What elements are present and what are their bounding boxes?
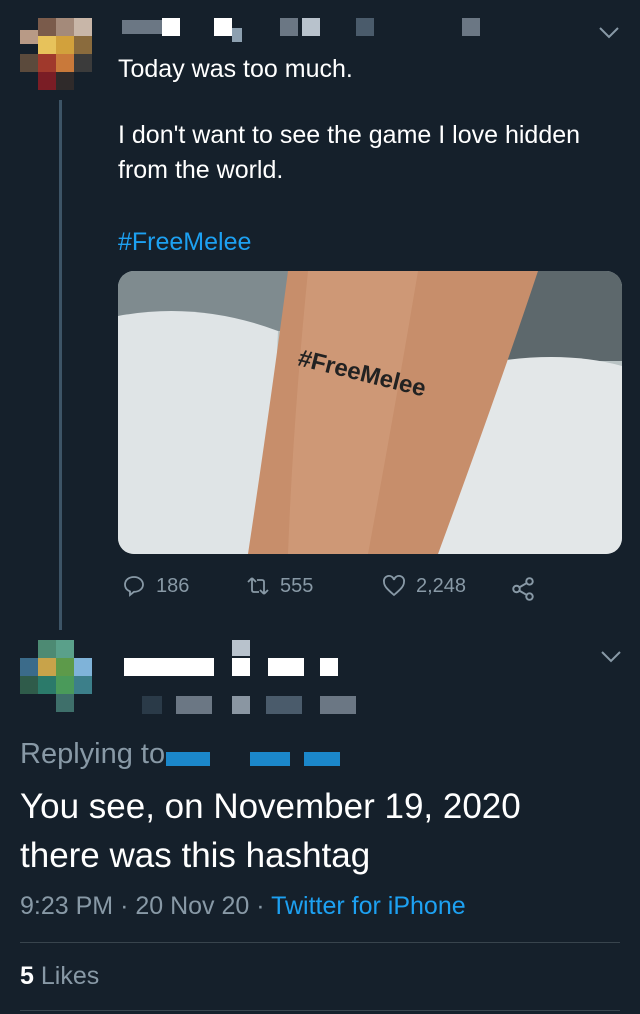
- like-count: 2,248: [416, 574, 467, 597]
- tweet-photo[interactable]: #FreeMelee: [118, 271, 622, 554]
- reply-icon: [124, 576, 144, 597]
- meta-separator: ·: [120, 892, 129, 920]
- divider: [20, 1010, 620, 1011]
- tattoo-photo: #FreeMelee: [118, 271, 622, 554]
- retweet-action[interactable]: 555: [246, 574, 313, 598]
- tweet-time: 9:23 PM: [20, 892, 114, 920]
- share-icon[interactable]: [510, 576, 536, 602]
- like-icon: [383, 575, 405, 597]
- tweet-text-line1: Today was too much.: [118, 55, 353, 83]
- chevron-down-icon[interactable]: [600, 650, 622, 664]
- retweet-icon: [247, 577, 269, 595]
- tweet-text-line2: I don't want to see the game I love hidd…: [118, 121, 581, 149]
- reply-action[interactable]: 186: [122, 574, 189, 598]
- reply-text-line2: there was this hashtag: [20, 836, 371, 875]
- retweet-count: 555: [280, 574, 314, 597]
- hashtag-link[interactable]: #FreeMelee: [118, 228, 251, 257]
- meta-separator: ·: [256, 892, 265, 920]
- tweet-meta: 9:23 PM · 20 Nov 20 · Twitter for iPhone: [20, 892, 466, 921]
- reply-count: 186: [156, 574, 190, 597]
- likes-count: 5: [20, 962, 34, 990]
- likes-label: Likes: [40, 962, 100, 990]
- like-action[interactable]: 2,248: [382, 574, 466, 598]
- tweet-date: 20 Nov 20: [135, 892, 250, 920]
- reply-avatar[interactable]: [20, 640, 92, 712]
- divider: [20, 942, 620, 943]
- reply-text-line1: You see, on November 19, 2020: [20, 787, 521, 826]
- chevron-down-icon[interactable]: [598, 26, 620, 40]
- replying-to: Replying to: [20, 738, 165, 771]
- tweet-text-line3: from the world.: [118, 156, 284, 184]
- avatar[interactable]: [20, 18, 92, 90]
- likes-summary[interactable]: 5 Likes: [20, 962, 99, 991]
- tweet-source-link[interactable]: Twitter for iPhone: [271, 892, 466, 920]
- thread-line: [59, 100, 62, 630]
- replying-to-label: Replying to: [20, 738, 166, 770]
